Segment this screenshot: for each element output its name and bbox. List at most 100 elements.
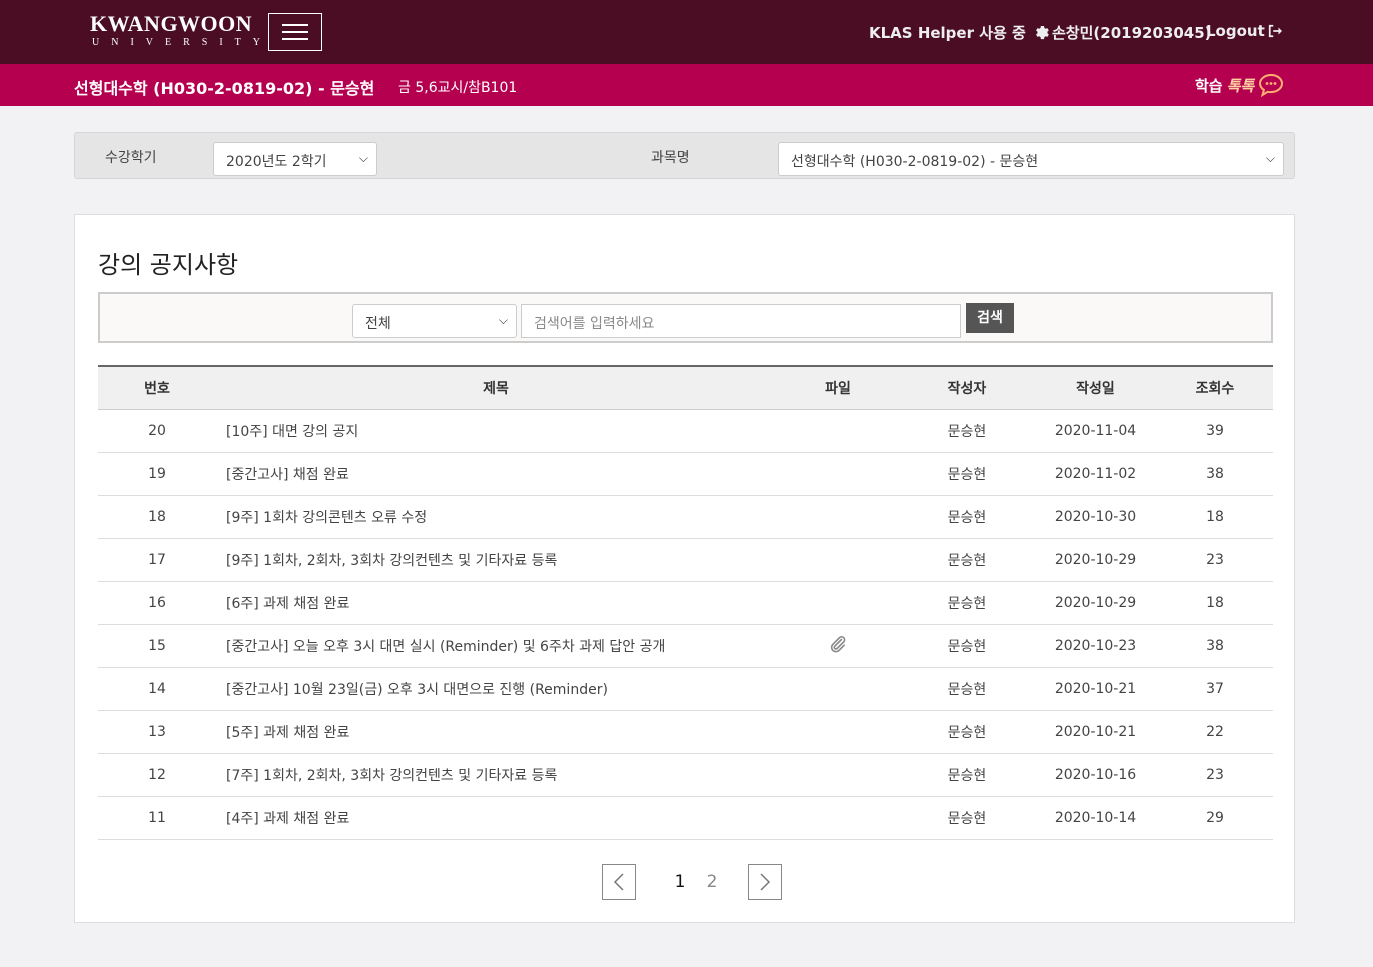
- logout-label: Logout: [1206, 22, 1265, 40]
- course-filter-bar: 수강학기 2020년도 2학기 ⌵ 과목명 선형대수학 (H030-2-0819…: [74, 132, 1295, 179]
- top-navbar: KWANGWOON UNIVERSITY KLAS Helper 사용 중 손창…: [0, 0, 1373, 64]
- klas-helper-status: KLAS Helper 사용 중: [869, 24, 1026, 42]
- table-row[interactable]: 18 [9주] 1회차 강의콘텐츠 오류 수정 문승현 2020-10-30 18: [98, 495, 1273, 538]
- row-number: 19: [148, 465, 166, 482]
- row-date: 2020-10-16: [1054, 766, 1137, 783]
- row-title-link[interactable]: [중간고사] 채점 완료: [216, 452, 776, 495]
- column-header-date: 작성일: [1034, 366, 1157, 410]
- hamburger-menu-button[interactable]: [268, 13, 322, 51]
- row-number: 15: [148, 637, 166, 654]
- table-row[interactable]: 15 [중간고사] 오늘 오후 3시 대면 실시 (Reminder) 및 6주차…: [98, 624, 1273, 667]
- row-number: 12: [148, 766, 166, 783]
- table-row[interactable]: 16 [6주] 과제 채점 완료 문승현 2020-10-29 18: [98, 581, 1273, 624]
- row-title-link[interactable]: [10주] 대면 강의 공지: [216, 409, 776, 452]
- row-file: [776, 452, 900, 495]
- search-button[interactable]: 검색: [966, 303, 1014, 333]
- row-views: 37: [1206, 680, 1224, 697]
- chevron-right-icon: [760, 873, 771, 891]
- column-header-file: 파일: [776, 366, 900, 410]
- row-date: 2020-10-14: [1054, 809, 1137, 826]
- semester-value: 2020년도 2학기: [226, 154, 327, 170]
- prev-page-button[interactable]: [602, 864, 636, 900]
- row-date: 2020-10-30: [1054, 508, 1137, 525]
- course-subheader: 선형대수학 (H030-2-0819-02) - 문승현 금 5,6교시/참B1…: [0, 64, 1373, 106]
- table-row[interactable]: 14 [중간고사] 10월 23일(금) 오후 3시 대면으로 진행 (Remin…: [98, 667, 1273, 710]
- row-author: 문승현: [947, 595, 987, 612]
- row-title-link[interactable]: [7주] 1회차, 2회차, 3회차 강의컨텐츠 및 기타자료 등록: [216, 753, 776, 796]
- row-date: 2020-10-29: [1054, 594, 1137, 611]
- logout-icon: [1268, 24, 1282, 38]
- row-title-link[interactable]: [9주] 1회차, 2회차, 3회차 강의컨텐츠 및 기타자료 등록: [216, 538, 776, 581]
- row-number: 14: [148, 680, 166, 697]
- table-row[interactable]: 19 [중간고사] 채점 완료 문승현 2020-11-02 38: [98, 452, 1273, 495]
- table-row[interactable]: 12 [7주] 1회차, 2회차, 3회차 강의컨텐츠 및 기타자료 등록 문승현 2…: [98, 753, 1273, 796]
- row-number: 17: [148, 551, 166, 568]
- search-input[interactable]: 검색어를 입력하세요: [521, 304, 961, 338]
- row-file: [776, 796, 900, 839]
- table-row[interactable]: 13 [5주] 과제 채점 완료 문승현 2020-10-21 22: [98, 710, 1273, 753]
- talk-label-stylized: 톡톡: [1226, 76, 1255, 95]
- logo-main-text: KWANGWOON: [90, 11, 253, 36]
- table-row[interactable]: 20 [10주] 대면 강의 공지 문승현 2020-11-04 39: [98, 409, 1273, 452]
- search-panel: 전체 ⌵ 검색어를 입력하세요 검색: [98, 292, 1273, 343]
- row-date: 2020-10-29: [1054, 551, 1137, 568]
- row-title-link[interactable]: [중간고사] 오늘 오후 3시 대면 실시 (Reminder) 및 6주차 과…: [216, 624, 776, 667]
- chevron-left-icon: [613, 873, 624, 891]
- row-date: 2020-11-04: [1054, 422, 1137, 439]
- row-file: [776, 495, 900, 538]
- class-time: 금 5,6교시/참B101: [398, 80, 518, 96]
- hamburger-icon: [282, 24, 308, 26]
- row-date: 2020-10-21: [1054, 680, 1137, 697]
- row-views: 18: [1206, 508, 1224, 525]
- chevron-down-icon: ⌵: [358, 151, 368, 165]
- row-views: 29: [1206, 809, 1224, 826]
- logout-button[interactable]: Logout: [1206, 22, 1282, 40]
- notice-table: 번호 제목 파일 작성자 작성일 조회수 20 [10주] 대면 강의 공지 문승현…: [98, 365, 1273, 840]
- next-page-button[interactable]: [748, 864, 782, 900]
- chat-bubble-icon: [1259, 73, 1284, 97]
- page-number-2[interactable]: 2: [696, 872, 728, 892]
- row-title-link[interactable]: [6주] 과제 채점 완료: [216, 581, 776, 624]
- row-number: 13: [148, 723, 166, 740]
- chevron-down-icon: ⌵: [1265, 151, 1275, 165]
- row-file[interactable]: [776, 624, 900, 667]
- row-date: 2020-10-21: [1054, 723, 1137, 740]
- row-title-link[interactable]: [9주] 1회차 강의콘텐츠 오류 수정: [216, 495, 776, 538]
- row-views: 18: [1206, 594, 1224, 611]
- row-author: 문승현: [947, 681, 987, 698]
- subject-label: 과목명: [651, 150, 690, 166]
- table-row[interactable]: 17 [9주] 1회차, 2회차, 3회차 강의컨텐츠 및 기타자료 등록 문승현 2…: [98, 538, 1273, 581]
- row-date: 2020-10-23: [1054, 637, 1137, 654]
- search-category-value: 전체: [365, 316, 391, 332]
- page-number-1[interactable]: 1: [664, 872, 696, 892]
- page-title: 강의 공지사항: [98, 251, 239, 279]
- row-author: 문승현: [947, 638, 987, 655]
- subject-select[interactable]: 선형대수학 (H030-2-0819-02) - 문승현 ⌵: [778, 142, 1284, 176]
- row-views: 38: [1206, 465, 1224, 482]
- column-header-title: 제목: [216, 366, 776, 410]
- table-row[interactable]: 11 [4주] 과제 채점 완료 문승현 2020-10-14 29: [98, 796, 1273, 839]
- row-number: 11: [148, 809, 166, 826]
- row-views: 22: [1206, 723, 1224, 740]
- user-profile-link[interactable]: 손창민(2019203045): [1034, 22, 1211, 43]
- pagination: 1 2: [602, 864, 782, 900]
- table-header-row: 번호 제목 파일 작성자 작성일 조회수: [98, 366, 1273, 410]
- semester-select[interactable]: 2020년도 2학기 ⌵: [213, 142, 377, 176]
- row-title-link[interactable]: [5주] 과제 채점 완료: [216, 710, 776, 753]
- row-file: [776, 538, 900, 581]
- row-title-link[interactable]: [중간고사] 10월 23일(금) 오후 3시 대면으로 진행 (Reminde…: [216, 667, 776, 710]
- row-title-link[interactable]: [4주] 과제 채점 완료: [216, 796, 776, 839]
- row-file: [776, 667, 900, 710]
- row-views: 23: [1206, 551, 1224, 568]
- search-category-select[interactable]: 전체 ⌵: [352, 304, 517, 338]
- row-author: 문승현: [947, 724, 987, 741]
- row-author: 문승현: [947, 810, 987, 827]
- university-logo[interactable]: KWANGWOON UNIVERSITY: [90, 11, 272, 49]
- row-number: 18: [148, 508, 166, 525]
- column-header-author: 작성자: [900, 366, 1034, 410]
- row-views: 23: [1206, 766, 1224, 783]
- course-title: 선형대수학 (H030-2-0819-02) - 문승현: [74, 79, 375, 98]
- learning-talk-button[interactable]: 학습 톡톡: [1195, 73, 1284, 97]
- row-file: [776, 409, 900, 452]
- row-file: [776, 710, 900, 753]
